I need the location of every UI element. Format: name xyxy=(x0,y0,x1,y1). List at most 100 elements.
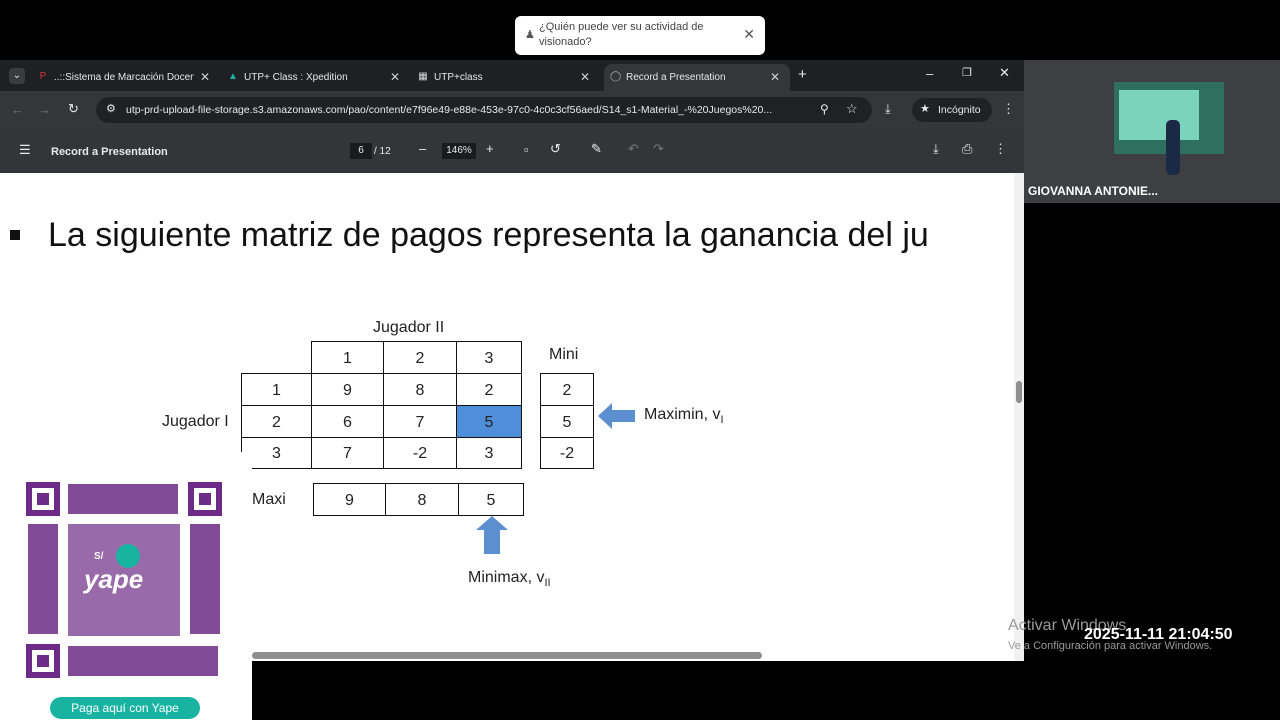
site-info-icon[interactable]: ⚙ xyxy=(106,102,116,115)
zoom-out-icon[interactable]: – xyxy=(419,141,426,156)
maxi-cell: 8 xyxy=(385,483,459,516)
close-tab-icon[interactable]: ✕ xyxy=(200,70,210,84)
print-icon[interactable]: ⎙ xyxy=(962,141,972,157)
incognito-label: Incógnito xyxy=(938,104,981,116)
mini-cell: -2 xyxy=(540,437,594,469)
download-icon[interactable]: ⤓ xyxy=(885,101,891,117)
incognito-chip[interactable]: ★ Incógnito xyxy=(912,98,992,122)
webcam-feed: GIOVANNA ANTONIE... xyxy=(1024,60,1280,203)
participant-name: GIOVANNA ANTONIE... xyxy=(1028,184,1159,198)
tab-search-icon[interactable]: ⌄ xyxy=(9,68,25,84)
pdf-toolbar: ☰ Record a Presentation 6 / 12 – 146% + … xyxy=(0,129,1024,173)
matrix-cell: 9 xyxy=(311,373,384,406)
maximin-sub: I xyxy=(720,414,724,427)
reload-icon[interactable]: ↻ xyxy=(68,101,79,117)
tab-label: Record a Presentation xyxy=(626,72,726,83)
more-icon[interactable]: ⋮ xyxy=(994,141,1007,157)
yape-qr-panel: S/ yape Paga aquí con Yape xyxy=(0,452,252,720)
matrix-cell: 3 xyxy=(456,437,522,469)
utp-icon: P xyxy=(39,71,47,82)
matrix-cell: 8 xyxy=(383,373,457,406)
rotate-icon[interactable]: ↺ xyxy=(550,141,561,157)
matrix-cell: -2 xyxy=(383,437,457,469)
tab-xpedition[interactable]: ▲ UTP+ Class : Xpedition ✕ xyxy=(222,64,408,91)
matrix-cell: 7 xyxy=(311,437,384,469)
tab-utpclass[interactable]: ▦ UTP+class ✕ xyxy=(412,64,598,91)
col-header: 3 xyxy=(456,341,522,374)
mini-cell: 5 xyxy=(540,405,594,438)
pdf-title: Record a Presentation xyxy=(51,146,168,158)
mini-cell: 2 xyxy=(540,373,594,406)
tab-sistema[interactable]: P ..::Sistema de Marcación Docen ✕ xyxy=(32,64,218,91)
close-window-icon[interactable]: ✕ xyxy=(999,65,1010,81)
download-pdf-icon[interactable]: ⤓ xyxy=(933,141,939,157)
page-input[interactable]: 6 xyxy=(350,143,372,159)
page-total: / 12 xyxy=(374,146,391,157)
maximin-text: Maximin, v xyxy=(644,406,721,423)
close-tab-icon[interactable]: ✕ xyxy=(390,70,400,84)
maximin-arrow-icon xyxy=(598,403,635,429)
yape-pay-button[interactable]: Paga aquí con Yape xyxy=(50,697,200,719)
hamburger-icon[interactable]: ☰ xyxy=(19,142,31,158)
back-icon[interactable]: ← xyxy=(11,102,24,117)
restore-icon[interactable]: ❐ xyxy=(962,66,972,79)
yape-logo: yape xyxy=(84,564,144,594)
jugador-ii-label: Jugador II xyxy=(373,319,445,336)
zoom-in-icon[interactable]: + xyxy=(486,141,494,156)
minimax-text: Minimax, v xyxy=(468,569,545,586)
globe-icon: ◯ xyxy=(610,71,622,82)
privacy-toast: ♟ ¿Quién puede ver su actividad de visio… xyxy=(515,16,765,55)
vertical-scroll-thumb[interactable] xyxy=(1016,381,1022,403)
people-icon: ♟ xyxy=(525,29,535,41)
undo-icon[interactable]: ↶ xyxy=(628,141,639,157)
col-header: 2 xyxy=(383,341,457,374)
row-header: 2 xyxy=(241,405,312,438)
minimax-label: Minimax, vII xyxy=(468,569,551,589)
omnibox[interactable]: ⚙ utp-prd-upload-file-storage.s3.amazona… xyxy=(96,97,872,123)
matrix-cell: 2 xyxy=(456,373,522,406)
horizontal-scroll-thumb[interactable] xyxy=(252,652,762,659)
presenter-figure xyxy=(1166,120,1180,175)
close-icon[interactable]: ✕ xyxy=(743,26,755,43)
address-bar: ← → ↻ ⚙ utp-prd-upload-file-storage.s3.a… xyxy=(0,91,1024,129)
jugador-i-label: Jugador I xyxy=(162,413,229,430)
mini-label: Mini xyxy=(549,346,579,363)
tab-bar: ⌄ P ..::Sistema de Marcación Docen ✕ ▲ U… xyxy=(0,60,1024,91)
row-header: 1 xyxy=(241,373,312,406)
vertical-scrollbar[interactable] xyxy=(1014,173,1024,661)
tab-label: UTP+class xyxy=(434,72,483,83)
minimax-sub: II xyxy=(544,577,551,590)
minimize-icon[interactable]: – xyxy=(926,66,933,81)
fit-page-icon[interactable]: ▫ xyxy=(524,142,529,157)
saddle-point-cell: 5 xyxy=(456,405,522,438)
bullet xyxy=(10,230,20,240)
close-tab-icon[interactable]: ✕ xyxy=(580,70,590,84)
datetime-overlay: 2025-11-11 21:04:50 xyxy=(1084,626,1233,643)
minimax-arrow-icon xyxy=(476,516,508,554)
toast-text: ¿Quién puede ver su actividad de visiona… xyxy=(539,21,704,48)
yape-badge: S/ xyxy=(94,551,104,562)
tab-label: ..::Sistema de Marcación Docen xyxy=(54,72,194,83)
matrix-cell: 6 xyxy=(311,405,384,438)
zoom-input[interactable]: 146% xyxy=(442,143,476,159)
col-header: 1 xyxy=(311,341,384,374)
tab-label: UTP+ Class : Xpedition xyxy=(244,72,348,83)
maxi-label: Maxi xyxy=(252,491,286,508)
bookmark-star-icon[interactable]: ☆ xyxy=(846,101,858,117)
forward-icon[interactable]: → xyxy=(38,102,51,117)
projected-slide xyxy=(1119,90,1199,140)
maximin-label: Maximin, vI xyxy=(644,406,724,426)
annotate-icon[interactable]: ✎ xyxy=(591,141,602,157)
xpedition-icon: ▲ xyxy=(228,71,238,82)
new-tab-icon[interactable]: + xyxy=(798,66,807,83)
slide-heading: La siguiente matriz de pagos representa … xyxy=(48,216,929,254)
maxi-cell: 9 xyxy=(313,483,386,516)
url-text[interactable]: utp-prd-upload-file-storage.s3.amazonaws… xyxy=(126,104,816,116)
tab-record[interactable]: ◯ Record a Presentation ✕ xyxy=(604,64,790,91)
zoom-icon[interactable]: ⚲ xyxy=(820,102,829,116)
redo-icon[interactable]: ↷ xyxy=(653,141,664,157)
close-tab-icon[interactable]: ✕ xyxy=(770,70,780,84)
maxi-cell: 5 xyxy=(458,483,524,516)
menu-icon[interactable]: ⋮ xyxy=(1002,101,1015,117)
class-icon: ▦ xyxy=(418,71,428,82)
